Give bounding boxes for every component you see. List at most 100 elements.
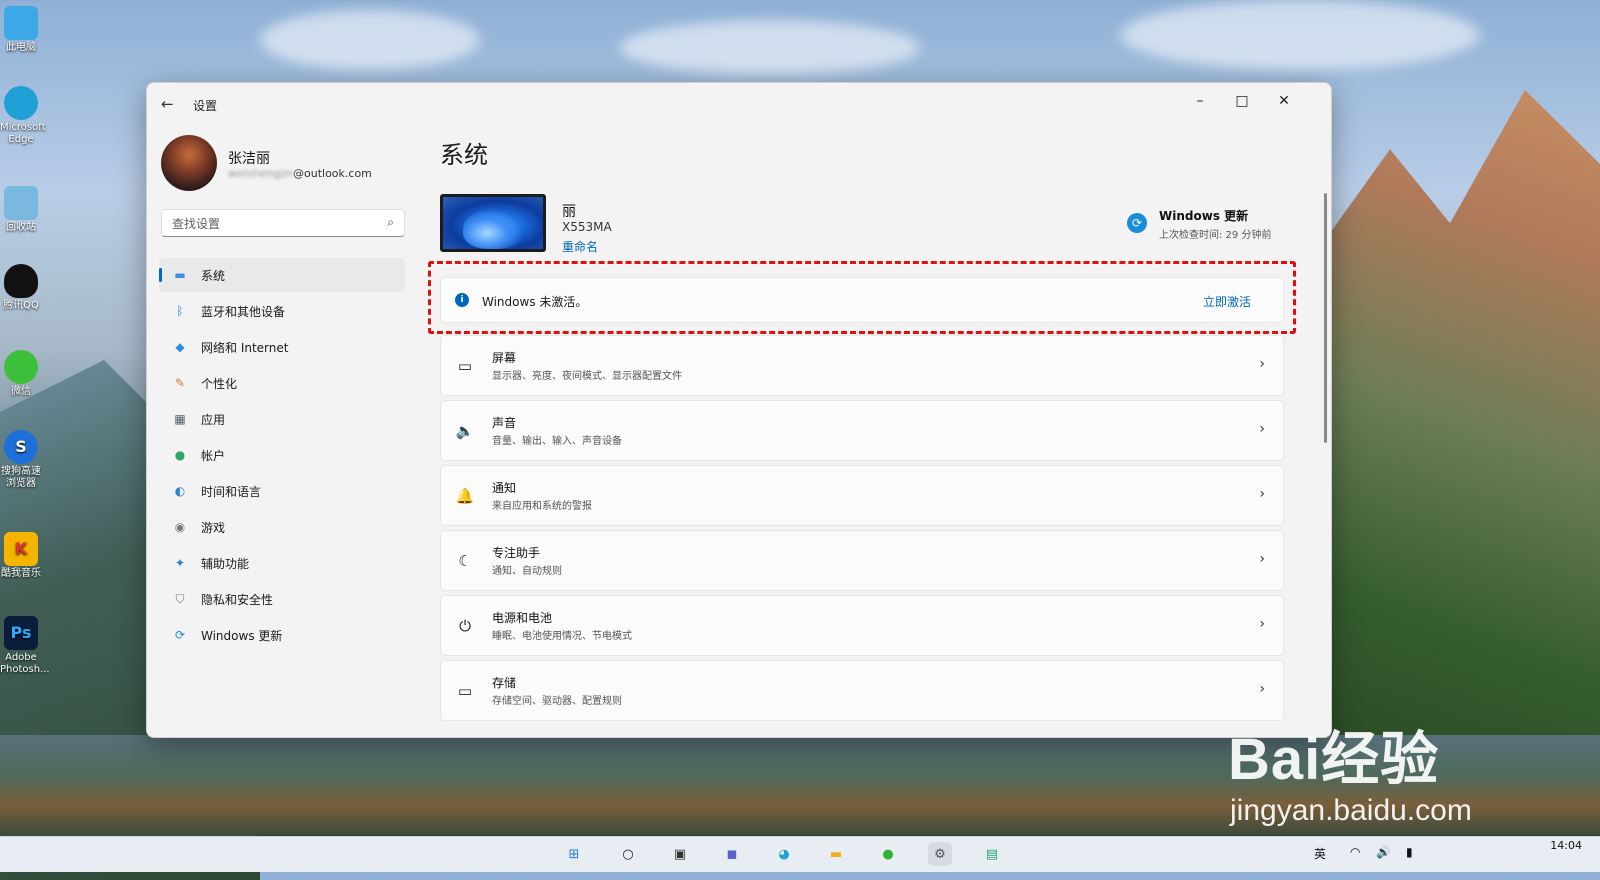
app-icon[interactable]: ▤ xyxy=(980,842,1004,866)
chevron-right-icon: › xyxy=(1259,681,1265,697)
desktop-icon-label: 酷我音乐 xyxy=(1,568,41,579)
desktop-icon-qq[interactable]: 腾讯QQ xyxy=(0,264,42,312)
setting-sound[interactable]: 🔈 声音 音量、输出、输入、声音设备 › xyxy=(440,400,1284,461)
account-icon: ● xyxy=(174,448,186,462)
setting-focus-assist[interactable]: ☾ 专注助手 通知、自动规则 › xyxy=(440,530,1284,591)
close-button[interactable]: ✕ xyxy=(1263,87,1305,115)
scrollbar[interactable] xyxy=(1324,193,1327,443)
sidebar-item-label: 时间和语言 xyxy=(201,484,262,499)
email-blurred: weishengzn xyxy=(228,167,293,180)
sidebar-item-label: Windows 更新 xyxy=(201,628,283,643)
task-view-icon[interactable]: ▣ xyxy=(668,842,692,866)
setting-storage[interactable]: ▭ 存储 存储空间、驱动器、配置规则 › xyxy=(440,660,1284,721)
email-domain: @outlook.com xyxy=(293,167,372,180)
update-icon: ⟳ xyxy=(174,628,186,642)
desktop-icon-sogou[interactable]: S 搜狗高速浏览器 xyxy=(0,430,42,490)
sidebar-item-label: 蓝牙和其他设备 xyxy=(201,304,286,319)
title-bar: ← 设置 – □ ✕ xyxy=(147,83,1331,123)
sogou-browser-icon: S xyxy=(4,430,38,464)
setting-subtitle: 存储空间、驱动器、配置规则 xyxy=(492,696,622,707)
desktop-icon-label: 回收站 xyxy=(6,222,36,233)
desktop-icon-label: 此电脑 xyxy=(6,42,36,53)
settings-list: ▭ 屏幕 显示器、亮度、夜间模式、显示器配置文件 › 🔈 声音 音量、输出、输入… xyxy=(440,335,1284,725)
setting-power-battery[interactable]: ⏻ 电源和电池 睡眠、电池使用情况、节电模式 › xyxy=(440,595,1284,656)
sidebar-item-system[interactable]: ▬ 系统 xyxy=(159,258,405,292)
desktop-icon-wechat[interactable]: 微信 xyxy=(0,350,42,398)
speaker-icon: 🔈 xyxy=(455,422,475,440)
battery-icon[interactable]: ▮ xyxy=(1406,845,1413,859)
sidebar-item-network[interactable]: ◆ 网络和 Internet xyxy=(159,330,405,364)
search-box[interactable]: ⌕ xyxy=(161,209,405,237)
sidebar-item-time-language[interactable]: ◐ 时间和语言 xyxy=(159,474,405,508)
chevron-right-icon: › xyxy=(1259,421,1265,437)
edge-icon xyxy=(4,86,38,120)
brush-icon: ✎ xyxy=(174,376,186,390)
sidebar-item-personalization[interactable]: ✎ 个性化 xyxy=(159,366,405,400)
minimize-button[interactable]: – xyxy=(1179,87,1221,115)
sidebar-item-accessibility[interactable]: ✦ 辅助功能 xyxy=(159,546,405,580)
bluetooth-icon: ᛒ xyxy=(176,304,184,318)
search-icon[interactable]: ⌕ xyxy=(387,215,394,230)
desktop-icon-edge[interactable]: Microsoft Edge xyxy=(0,86,46,146)
storage-icon: ▭ xyxy=(457,682,473,700)
desktop-icon-photoshop[interactable]: Ps Adobe Photosh... xyxy=(0,616,50,676)
desktop-icon-label: Microsoft Edge xyxy=(0,122,46,145)
volume-icon[interactable]: 🔊 xyxy=(1376,845,1391,859)
app-title: 设置 xyxy=(193,99,218,113)
wifi-icon[interactable]: ◠ xyxy=(1350,845,1360,859)
globe-clock-icon: ◐ xyxy=(174,484,186,498)
setting-title: 声音 xyxy=(492,416,517,430)
sidebar-item-bluetooth[interactable]: ᛒ 蓝牙和其他设备 xyxy=(159,294,405,328)
windows-update-icon[interactable]: ⟳ xyxy=(1127,213,1147,233)
sidebar-item-accounts[interactable]: ● 帐户 xyxy=(159,438,405,472)
edge-icon[interactable]: ◕ xyxy=(772,842,796,866)
apps-icon: ▦ xyxy=(174,412,186,426)
setting-display[interactable]: ▭ 屏幕 显示器、亮度、夜间模式、显示器配置文件 › xyxy=(440,335,1284,396)
setting-subtitle: 睡眠、电池使用情况、节电模式 xyxy=(492,631,632,642)
sidebar-item-gaming[interactable]: ◉ 游戏 xyxy=(159,510,405,544)
start-icon[interactable]: ⊞ xyxy=(562,842,586,866)
page-title: 系统 xyxy=(440,141,488,169)
input-language-indicator[interactable]: 英 xyxy=(1314,845,1326,862)
sidebar-item-label: 网络和 Internet xyxy=(201,340,289,355)
search-icon[interactable]: ○ xyxy=(616,842,640,866)
power-icon: ⏻ xyxy=(459,617,471,635)
watermark-brand: Bai经验 xyxy=(1228,727,1440,792)
desktop-icon-label: 微信 xyxy=(11,386,31,397)
profile-name: 张洁丽 xyxy=(228,151,270,167)
sidebar-item-privacy[interactable]: ⛉ 隐私和安全性 xyxy=(159,582,405,616)
moon-icon: ☾ xyxy=(458,552,472,570)
file-explorer-icon[interactable]: ▬ xyxy=(824,842,848,866)
setting-notifications[interactable]: 🔔 通知 来自应用和系统的警报 › xyxy=(440,465,1284,526)
maximize-button[interactable]: □ xyxy=(1221,87,1263,115)
windows-update-title[interactable]: Windows 更新 xyxy=(1159,207,1248,224)
search-input[interactable] xyxy=(170,214,374,234)
teams-icon[interactable]: ◼ xyxy=(720,842,744,866)
chevron-right-icon: › xyxy=(1259,616,1265,632)
setting-subtitle: 来自应用和系统的警报 xyxy=(492,501,592,512)
desktop-icon-recycle-bin[interactable]: 回收站 xyxy=(0,186,42,234)
shield-icon: ⛉ xyxy=(175,591,185,606)
chevron-right-icon: › xyxy=(1259,551,1265,567)
sidebar-item-windows-update[interactable]: ⟳ Windows 更新 xyxy=(159,618,405,652)
wechat-icon[interactable]: ● xyxy=(876,842,900,866)
clock-time[interactable]: 14:04 xyxy=(1550,839,1582,852)
desktop-icon-kuwo[interactable]: K 酷我音乐 xyxy=(0,532,42,580)
setting-title: 电源和电池 xyxy=(492,611,553,625)
gamepad-icon: ◉ xyxy=(174,520,186,534)
activation-banner: i Windows 未激活。 立即激活 xyxy=(440,277,1284,323)
avatar[interactable] xyxy=(161,135,217,191)
monitor-icon: ▭ xyxy=(457,357,473,375)
computer-icon xyxy=(4,6,38,40)
desktop-icon-computer[interactable]: 此电脑 xyxy=(0,6,42,54)
info-icon: i xyxy=(455,293,469,307)
activate-now-link[interactable]: 立即激活 xyxy=(1203,293,1251,310)
rename-link[interactable]: 重命名 xyxy=(562,238,598,255)
sidebar-item-label: 帐户 xyxy=(201,448,226,463)
photoshop-icon: Ps xyxy=(4,616,38,650)
back-arrow-icon[interactable]: ← xyxy=(161,95,174,113)
settings-window: ← 设置 – □ ✕ 张洁丽 weishengzn@outlook.com ⌕ … xyxy=(146,82,1332,738)
settings-gear-icon[interactable]: ⚙ xyxy=(928,842,952,866)
windows-update-last-check: 上次检查时间: 29 分钟前 xyxy=(1159,230,1272,241)
sidebar-item-apps[interactable]: ▦ 应用 xyxy=(159,402,405,436)
